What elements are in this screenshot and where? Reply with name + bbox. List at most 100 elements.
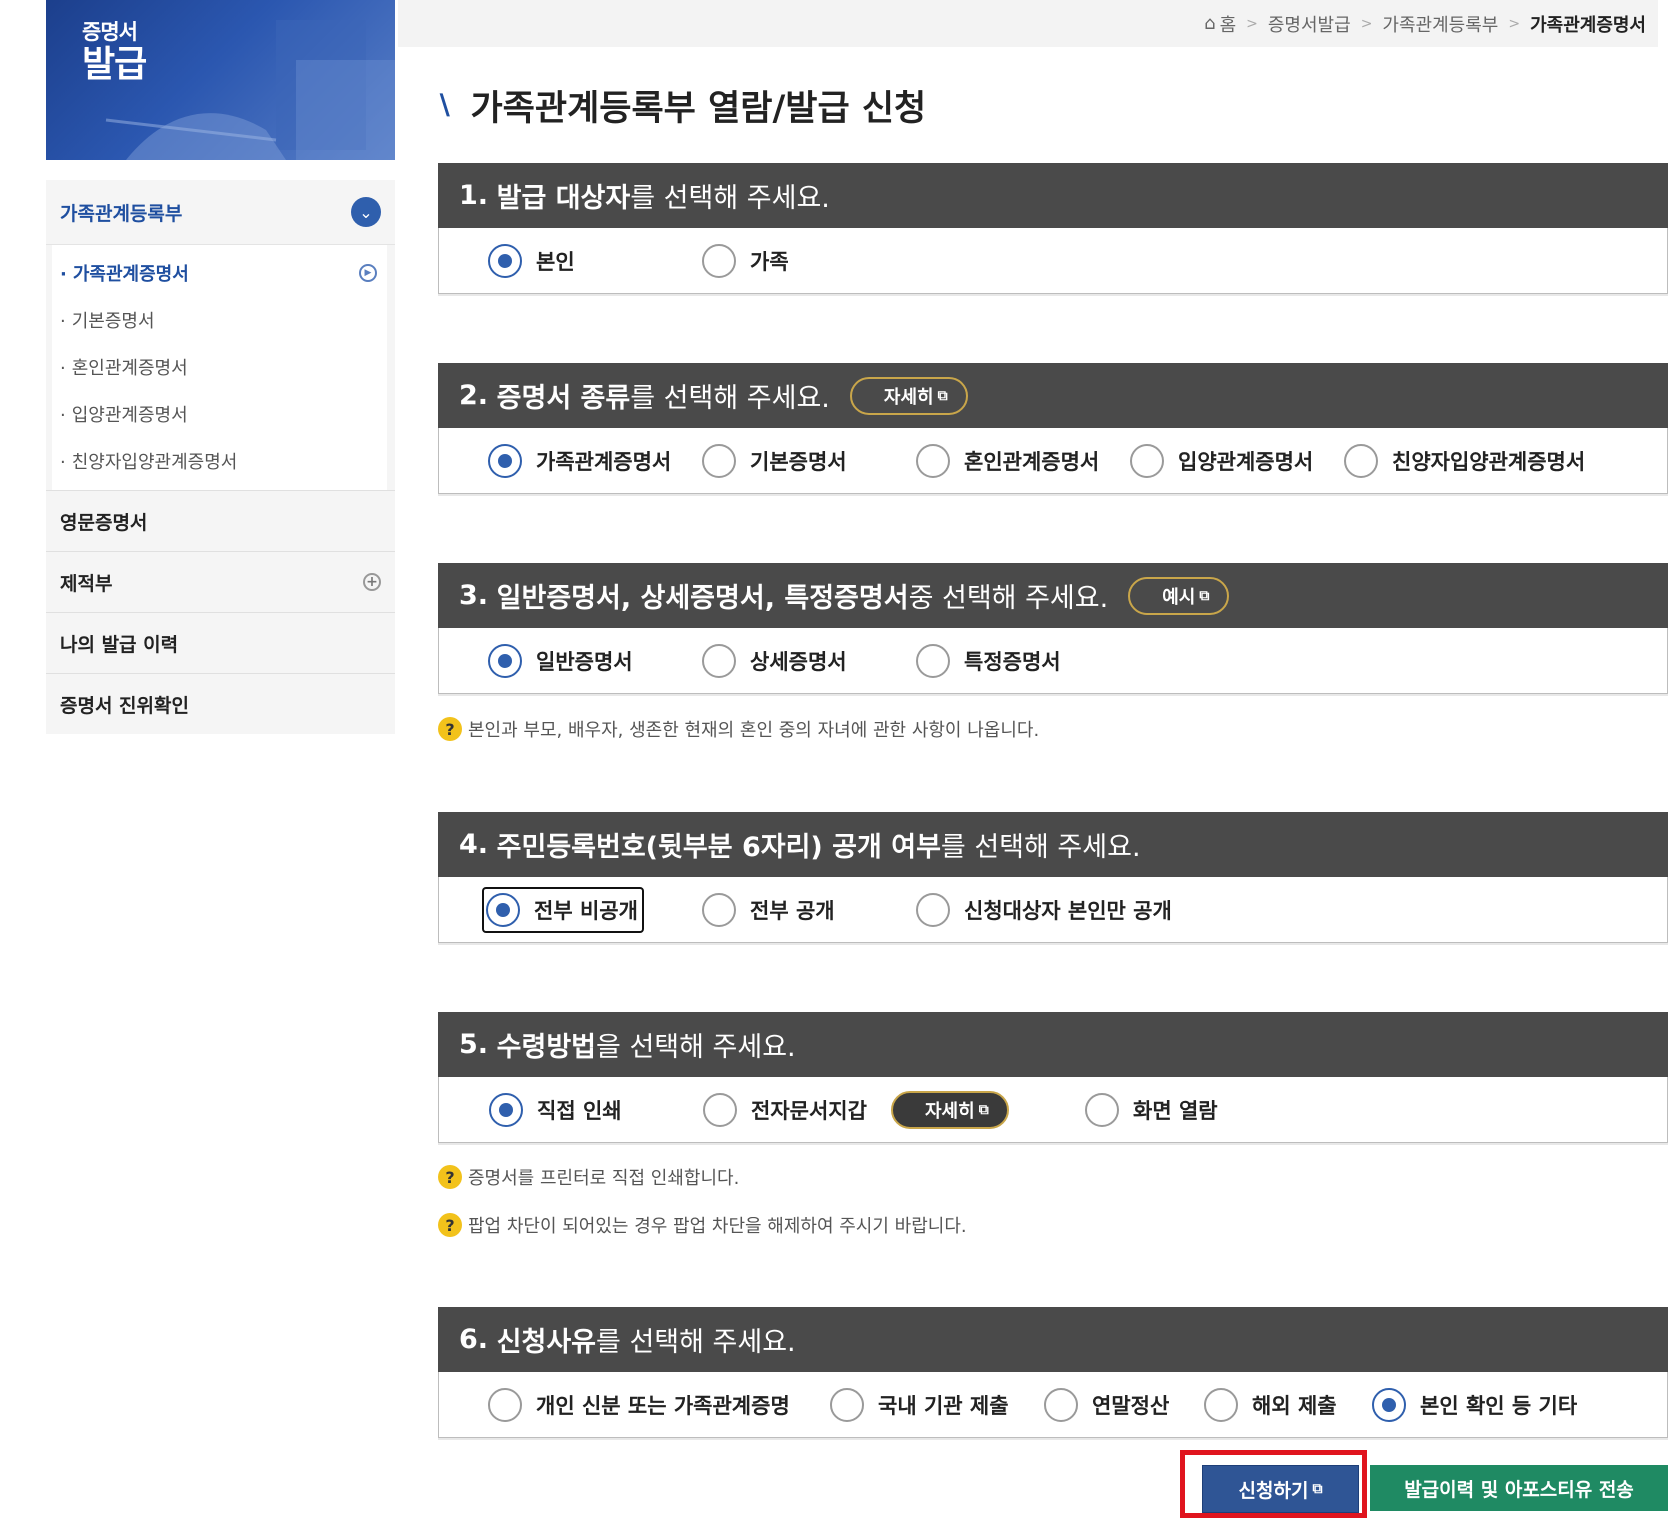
page-title: ∖ 가족관계등록부 열람/발급 신청 — [435, 89, 927, 129]
radio-icon[interactable] — [702, 643, 736, 678]
section-reason: 6. 신청사유 를 선택해 주세요. 개인 신분 또는 가족관계증명 국내 기관 … — [438, 1307, 1668, 1438]
external-link-icon: ⧉ — [937, 387, 948, 404]
sub-nav-list: · 가족관계증명서 ▶ · 기본증명서 · 혼인관계증명서 · 입양관계증명서 · 친양자… — [52, 245, 387, 490]
plus-circle-icon[interactable]: + — [363, 573, 381, 591]
radio-option[interactable]: 혼인관계증명서 — [916, 443, 1099, 478]
sub-nav-item[interactable]: · 친양자입양관계증명서 — [52, 437, 387, 484]
section-header: 3. 일반증명서, 상세증명서, 특정증명서 중 선택해 주세요. 예시 ⧉ — [438, 563, 1668, 628]
breadcrumb-home[interactable]: 홈 — [1220, 11, 1237, 37]
help-note: ? 증명서를 프린터로 직접 인쇄합니다. — [438, 1164, 739, 1190]
question-icon: ? — [438, 1213, 462, 1237]
apply-button[interactable]: 신청하기 ⧉ — [1202, 1465, 1359, 1513]
section-cert-type: 2. 증명서 종류 를 선택해 주세요. 자세히 ⧉ 가족관계증명서 기본증명서 혼… — [438, 363, 1668, 494]
nav-group-family-registry[interactable]: 가족관계등록부 ⌄ — [46, 180, 395, 245]
home-icon[interactable]: ⌂ — [1204, 13, 1215, 34]
radio-option[interactable]: 개인 신분 또는 가족관계증명 — [488, 1387, 790, 1422]
chevron-down-icon[interactable]: ⌄ — [351, 197, 381, 227]
nav-item-removed-register[interactable]: 제적부 + — [46, 551, 395, 612]
section-header: 1. 발급 대상자 를 선택해 주세요. — [438, 163, 1668, 228]
nav-item-verify[interactable]: 증명서 진위확인 — [46, 673, 395, 734]
example-button[interactable]: 예시 ⧉ — [1128, 576, 1230, 615]
section-receive-method: 5. 수령방법 을 선택해 주세요. 직접 인쇄 전자문서지갑 자세히 ⧉ 화면 열… — [438, 1012, 1668, 1143]
section-header: 4. 주민등록번호(뒷부분 6자리) 공개 여부 를 선택해 주세요. — [438, 812, 1668, 877]
radio-option[interactable]: 해외 제출 — [1204, 1387, 1337, 1422]
help-note: ? 팝업 차단이 되어있는 경우 팝업 차단을 해제하여 주시기 바랍니다. — [438, 1212, 967, 1238]
section-options: 본인 가족 — [438, 228, 1668, 294]
radio-option[interactable]: 입양관계증명서 — [1130, 443, 1313, 478]
radio-checked-icon[interactable] — [489, 1092, 523, 1127]
breadcrumb-item[interactable]: 가족관계등록부 — [1382, 11, 1498, 37]
radio-option[interactable]: 국내 기관 제출 — [830, 1387, 1009, 1422]
section-rrn-disclosure: 4. 주민등록번호(뒷부분 6자리) 공개 여부 를 선택해 주세요. 전부 비공… — [438, 812, 1668, 943]
section-header: 2. 증명서 종류 를 선택해 주세요. 자세히 ⧉ — [438, 363, 1668, 428]
chevron-right-icon: > — [1360, 15, 1373, 32]
title-mark-icon: ∖ — [435, 89, 455, 122]
radio-option[interactable]: 특정증명서 — [916, 643, 1061, 678]
radio-checked-icon[interactable] — [488, 643, 522, 678]
detail-button[interactable]: 자세히 ⧉ — [891, 1091, 1009, 1129]
question-icon: ? — [438, 717, 462, 741]
help-note: ? 본인과 부모, 배우자, 생존한 현재의 혼인 중의 자녀에 관한 사항이 나… — [438, 716, 1039, 742]
radio-option[interactable]: 신청대상자 본인만 공개 — [916, 892, 1172, 927]
radio-option[interactable]: 연말정산 — [1044, 1387, 1169, 1422]
radio-icon[interactable] — [916, 892, 950, 927]
section-header: 6. 신청사유 를 선택해 주세요. — [438, 1307, 1668, 1372]
radio-icon[interactable] — [1344, 443, 1378, 478]
radio-icon[interactable] — [1204, 1387, 1238, 1422]
radio-option[interactable]: 가족 — [702, 243, 789, 278]
arrow-right-circle-icon: ▶ — [359, 263, 377, 282]
external-link-icon: ⧉ — [1199, 587, 1210, 604]
radio-option[interactable]: 기본증명서 — [702, 443, 847, 478]
nav-item-my-history[interactable]: 나의 발급 이력 — [46, 612, 395, 673]
section-header: 5. 수령방법 을 선택해 주세요. — [438, 1012, 1668, 1077]
sub-nav-item[interactable]: · 기본증명서 — [52, 296, 387, 343]
apostille-send-button[interactable]: 발급이력 및 아포스티유 전송 — [1370, 1465, 1668, 1511]
radio-checked-icon[interactable] — [1372, 1387, 1406, 1422]
radio-icon[interactable] — [702, 892, 736, 927]
radio-icon[interactable] — [702, 443, 736, 478]
radio-option[interactable]: 전자문서지갑 — [703, 1092, 867, 1127]
radio-option[interactable]: 본인 확인 등 기타 — [1372, 1387, 1577, 1422]
radio-checked-icon[interactable] — [488, 243, 522, 278]
section-options: 직접 인쇄 전자문서지갑 자세히 ⧉ 화면 열람 — [438, 1077, 1668, 1143]
radio-option[interactable]: 가족관계증명서 — [488, 443, 671, 478]
radio-checked-icon[interactable] — [486, 892, 520, 927]
radio-option[interactable]: 직접 인쇄 — [489, 1092, 622, 1127]
detail-button[interactable]: 자세히 ⧉ — [849, 376, 968, 415]
breadcrumb-item[interactable]: 증명서발급 — [1268, 11, 1351, 37]
breadcrumb: ⌂ 홈 > 증명서발급 > 가족관계등록부 > 가족관계증명서 — [398, 0, 1658, 47]
radio-option[interactable]: 본인 — [488, 243, 575, 278]
section-options: 일반증명서 상세증명서 특정증명서 — [438, 628, 1668, 694]
breadcrumb-current: 가족관계증명서 — [1530, 14, 1646, 36]
radio-icon[interactable] — [916, 643, 950, 678]
radio-icon[interactable] — [830, 1387, 864, 1422]
radio-icon[interactable] — [488, 1387, 522, 1422]
radio-option[interactable]: 상세증명서 — [702, 643, 847, 678]
radio-icon[interactable] — [1085, 1092, 1119, 1127]
section-target: 1. 발급 대상자 를 선택해 주세요. 본인 가족 — [438, 163, 1668, 294]
side-nav: 가족관계등록부 ⌄ · 가족관계증명서 ▶ · 기본증명서 · 혼인관계증명서 · 입양… — [46, 180, 395, 734]
sub-nav-item[interactable]: · 혼인관계증명서 — [52, 343, 387, 390]
radio-icon[interactable] — [1130, 443, 1164, 478]
radio-option[interactable]: 전부 비공개 — [482, 886, 644, 933]
section-options: 전부 비공개 전부 공개 신청대상자 본인만 공개 — [438, 877, 1668, 943]
service-banner: 증명서 발급 — [46, 0, 395, 160]
radio-option[interactable]: 일반증명서 — [488, 643, 633, 678]
radio-option[interactable]: 친양자입양관계증명서 — [1344, 443, 1585, 478]
radio-option[interactable]: 전부 공개 — [702, 892, 835, 927]
sub-nav-item[interactable]: · 가족관계증명서 ▶ — [52, 249, 387, 296]
radio-checked-icon[interactable] — [488, 443, 522, 478]
radio-icon[interactable] — [1044, 1387, 1078, 1422]
nav-item-english-cert[interactable]: 영문증명서 — [46, 490, 395, 551]
radio-icon[interactable] — [703, 1092, 737, 1127]
question-icon: ? — [438, 1165, 462, 1189]
sub-nav-item[interactable]: · 입양관계증명서 — [52, 390, 387, 437]
external-link-icon: ⧉ — [978, 1102, 989, 1118]
radio-icon[interactable] — [702, 243, 736, 278]
chevron-right-icon: > — [1246, 15, 1258, 32]
external-link-icon: ⧉ — [1312, 1481, 1323, 1497]
section-cert-detail: 3. 일반증명서, 상세증명서, 특정증명서 중 선택해 주세요. 예시 ⧉ 일반… — [438, 563, 1668, 694]
radio-option[interactable]: 화면 열람 — [1085, 1092, 1218, 1127]
banner-title: 증명서 발급 — [82, 19, 147, 85]
radio-icon[interactable] — [916, 443, 950, 478]
